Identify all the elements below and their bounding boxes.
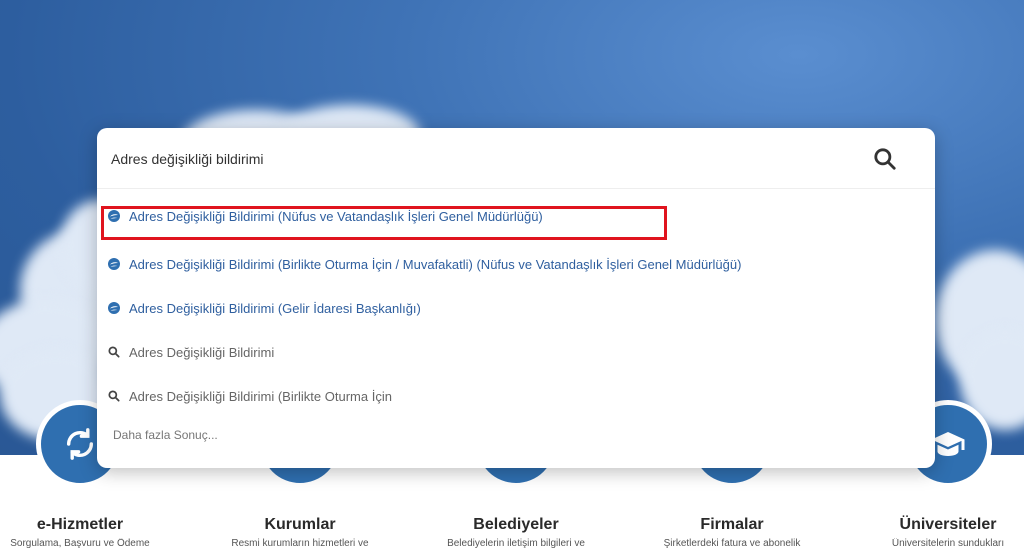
suggestion-item[interactable]: Adres Değişikliği Bildirimi (Gelir İdare… [107,293,421,323]
edevlet-logo-icon [108,302,120,314]
category-desc: Şirketlerdeki fatura ve abonelik [663,538,801,549]
category-desc: Resmi kurumların hizmetleri ve [231,538,369,549]
suggestion-text: Adres Değişikliği Bildirimi (Gelir İdare… [129,300,421,316]
suggestion-text: Adres Değişikliği Bildirimi (Nüfus ve Va… [129,208,543,224]
search-icon [108,390,120,402]
suggestion-item[interactable]: Adres Değişikliği Bildirimi (Birlikte Ot… [107,249,741,279]
suggestion-item[interactable]: Adres Değişikliği Bildirimi [107,337,274,367]
category-desc: Belediyelerin iletişim bilgileri ve [447,538,585,549]
suggestion-text: Adres Değişikliği Bildirimi [129,344,275,360]
suggestion-item[interactable]: Adres Değişikliği Bildirimi (Nüfus ve Va… [107,201,543,231]
edevlet-logo-icon [108,258,120,270]
category-title: Kurumlar [264,516,336,533]
category-title: Belediyeler [473,516,559,533]
category-desc: Sorgulama, Başvuru ve Ödeme [10,538,150,549]
search-bar [97,128,935,189]
suggestion-text: Adres Değişikliği Bildirimi (Birlikte Ot… [129,256,742,272]
search-icon[interactable] [872,146,898,172]
search-icon [108,346,120,358]
search-input[interactable] [109,144,833,174]
category-title: e-Hizmetler [36,516,124,533]
edevlet-logo-icon [108,210,120,222]
category-desc: Üniversitelerin sundukları [891,538,1005,549]
search-panel: Adres Değişikliği Bildirimi (Nüfus ve Va… [97,128,935,468]
category-title: Firmalar [700,516,764,533]
more-results-link[interactable]: Daha fazla Sonuç... [113,428,218,442]
category-title: Üniversiteler [899,516,997,533]
suggestion-item[interactable]: Adres Değişikliği Bildirimi (Birlikte Ot… [107,381,392,411]
suggestion-text: Adres Değişikliği Bildirimi (Birlikte Ot… [129,388,392,404]
